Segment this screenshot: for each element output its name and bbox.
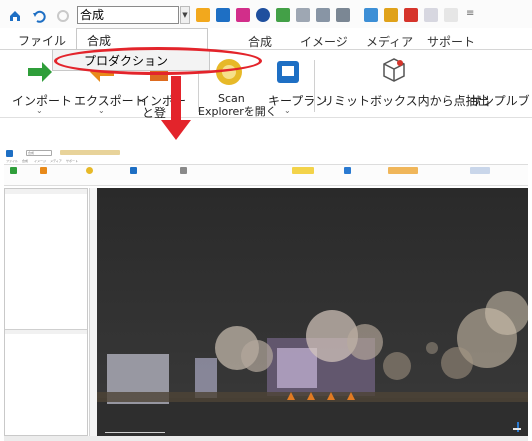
pen-tool-icon[interactable] xyxy=(384,8,398,22)
qat-customize-icon[interactable]: ≡ xyxy=(466,8,474,19)
sphere-icon[interactable] xyxy=(256,8,270,22)
project-tree-panel[interactable] xyxy=(4,188,88,436)
mini-import-icon xyxy=(10,167,17,174)
disabled-tool-icon xyxy=(444,8,458,22)
mini-scan-icon xyxy=(86,167,93,174)
home-icon[interactable] xyxy=(8,8,22,22)
composite-screenshot: 合成 ▼ ≡ ファイル 合成 合成 イメージ メディア サポート インポート エ… xyxy=(0,0,532,441)
save-as-icon[interactable] xyxy=(316,8,330,22)
mini-highlight-icon xyxy=(292,167,314,174)
mini-tool-icon xyxy=(60,150,120,155)
mini-blue-icon xyxy=(344,167,351,174)
composite-combo-input[interactable]: 合成 xyxy=(77,6,179,24)
scan-label-2: Explorerを開く xyxy=(198,105,277,118)
tab-media[interactable]: メディア xyxy=(366,33,413,50)
app-window-screenshot: 合成 ファイル 合成 イメージ メディア サポート xyxy=(0,148,532,441)
mini-keyplan-icon xyxy=(130,167,137,174)
tab-composite-label: 合成 xyxy=(87,34,112,48)
tab-image[interactable]: イメージ xyxy=(300,33,348,50)
mini-tab-media: メディア xyxy=(50,159,62,163)
pencil-folder-icon[interactable] xyxy=(196,8,210,22)
keyplan-icon xyxy=(277,61,299,83)
highlight-ellipse xyxy=(54,47,262,75)
point-cloud-render xyxy=(97,188,529,436)
undo-icon[interactable] xyxy=(32,8,46,23)
tab-support[interactable]: サポート xyxy=(427,33,475,50)
limitbox-label: リミットボックス内から点抽出 xyxy=(322,94,490,108)
mini-combo-text: 合成 xyxy=(28,151,35,155)
camera-icon[interactable] xyxy=(276,8,290,22)
import-register-label-2: と登 xyxy=(142,106,167,120)
panel-header xyxy=(5,189,87,194)
combo-dropdown-button[interactable]: ▼ xyxy=(180,6,190,24)
import-button[interactable] xyxy=(26,58,54,86)
mini-tab-file: ファイル xyxy=(6,159,19,163)
tab-composite[interactable]: 合成 xyxy=(248,33,272,50)
save-icon[interactable] xyxy=(296,8,310,22)
mini-cube-icon xyxy=(180,167,187,174)
document-icon[interactable] xyxy=(336,8,350,22)
mini-tab-composite: 合成 xyxy=(22,159,29,163)
limitbox-extract-button[interactable] xyxy=(378,56,408,84)
mini-ribbon xyxy=(4,164,528,186)
panel-properties-header xyxy=(5,329,87,334)
export-chevron-icon[interactable]: ⌄ xyxy=(98,106,105,115)
keyplan-chevron-icon[interactable]: ⌄ xyxy=(284,106,291,115)
down-arrow-shaft xyxy=(171,76,181,122)
mini-tab-support: サポート xyxy=(66,159,79,163)
color-picker-icon[interactable] xyxy=(404,8,418,22)
point-cloud-viewport[interactable] xyxy=(97,188,529,436)
redo-icon[interactable] xyxy=(56,8,70,22)
mini-home-icon xyxy=(6,150,13,157)
side-toolbar[interactable] xyxy=(89,188,97,436)
mini-tab-image: イメージ xyxy=(34,159,46,163)
ribbon-zoom-panel: 合成 ▼ ≡ ファイル 合成 合成 イメージ メディア サポート インポート エ… xyxy=(0,0,532,120)
quick-access-toolbar: 合成 ▼ ≡ xyxy=(0,0,532,28)
tab-file[interactable]: ファイル xyxy=(18,32,66,49)
measure-icon[interactable] xyxy=(364,8,378,22)
mini-grid-icon xyxy=(470,167,490,174)
mini-orange-icon xyxy=(388,167,418,174)
status-bar xyxy=(4,436,528,441)
keyplan-label: キープラン xyxy=(268,94,328,108)
export-label: エクスポート xyxy=(74,94,146,108)
limitbox-cube-icon xyxy=(383,58,405,82)
import-arrow-icon xyxy=(28,62,52,82)
blue-square-icon[interactable] xyxy=(216,8,230,22)
import-chevron-icon[interactable]: ⌄ xyxy=(36,106,43,115)
sample-label: サンプルブ xyxy=(470,94,530,108)
keyplan-button[interactable] xyxy=(276,60,300,84)
palette-icon[interactable] xyxy=(236,8,250,22)
down-arrow-icon xyxy=(161,120,191,140)
brush-icon[interactable] xyxy=(424,8,438,22)
mini-export-icon xyxy=(40,167,47,174)
